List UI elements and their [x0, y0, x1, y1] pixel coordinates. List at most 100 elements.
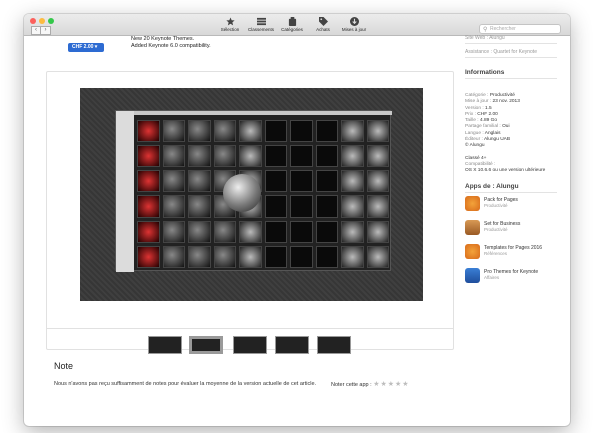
theme-thumbnail — [341, 245, 364, 268]
theme-thumbnail — [137, 195, 160, 218]
related-app[interactable]: Set for Business Productivité — [465, 220, 565, 238]
theme-thumbnail — [366, 195, 389, 218]
theme-thumbnail — [341, 220, 364, 243]
close-button[interactable] — [30, 18, 36, 24]
tab-categories[interactable]: Catégories — [276, 16, 308, 32]
app-icon — [465, 244, 480, 259]
theme-thumbnail — [188, 220, 211, 243]
tab-updates[interactable]: Mises à jour — [338, 16, 370, 32]
history-nav: ‹ › — [31, 26, 51, 35]
note-heading: Note — [54, 361, 74, 371]
toolbar: ‹ › Sélection Classements Catégories Ach… — [24, 14, 570, 36]
thumbnail-4[interactable] — [275, 336, 309, 354]
theme-thumbnail — [315, 170, 338, 193]
related-app[interactable]: Pack for Pages Productivité — [465, 196, 565, 214]
theme-thumbnail — [264, 220, 287, 243]
back-button[interactable]: ‹ — [31, 26, 41, 35]
star-icon — [214, 16, 246, 26]
related-app[interactable]: Templates for Pages 2016 Références — [465, 244, 565, 262]
theme-thumbnail — [264, 120, 287, 143]
theme-thumbnail — [366, 220, 389, 243]
related-app[interactable]: Pro Themes for Keynote Affaires — [465, 268, 565, 286]
release-note-line: Added Keynote 6.0 compatibility. — [131, 43, 211, 49]
release-note-line: New 20 Keynote Themes. — [131, 36, 195, 42]
list-icon — [245, 16, 277, 26]
theme-thumbnail — [137, 220, 160, 243]
box-icon — [276, 16, 308, 26]
theme-thumbnail — [341, 170, 364, 193]
informations-list: Catégorie : Productivité Mise à jour : 2… — [465, 93, 565, 175]
theme-thumbnail — [162, 170, 185, 193]
keynote-preview — [115, 110, 392, 272]
theme-thumbnail — [315, 245, 338, 268]
thumbnail-2[interactable] — [189, 336, 223, 354]
theme-thumbnail — [366, 245, 389, 268]
theme-thumbnail — [213, 245, 236, 268]
theme-thumbnail — [162, 195, 185, 218]
theme-thumbnail — [188, 145, 211, 168]
theme-thumbnail — [239, 245, 262, 268]
theme-thumbnail — [366, 120, 389, 143]
theme-thumbnail — [188, 245, 211, 268]
theme-thumbnail — [341, 120, 364, 143]
app-icon — [465, 220, 480, 235]
theme-thumbnail — [264, 195, 287, 218]
developer-website-link[interactable]: Site Web : Alungu — [465, 35, 557, 44]
theme-thumbnail — [290, 195, 313, 218]
thumbnail-1[interactable] — [148, 336, 182, 354]
tab-label: Classements — [247, 27, 274, 32]
forward-button[interactable]: › — [41, 26, 51, 35]
theme-thumbnail — [188, 195, 211, 218]
theme-thumbnail — [162, 245, 185, 268]
main-screenshot[interactable] — [80, 88, 423, 301]
theme-thumbnail — [188, 170, 211, 193]
theme-thumbnail — [290, 245, 313, 268]
zoom-button[interactable] — [48, 18, 54, 24]
informations-heading: Informations — [465, 69, 557, 79]
tab-top-charts[interactable]: Classements — [245, 16, 277, 32]
version-price-button[interactable]: CHF 2.00 ▾ — [68, 43, 104, 52]
theme-thumbnail — [239, 145, 262, 168]
tab-purchased[interactable]: Achats — [307, 16, 339, 32]
search-input[interactable]: ⚲ Rechercher — [479, 24, 561, 34]
tab-featured[interactable]: Sélection — [214, 16, 246, 32]
theme-thumbnail — [315, 195, 338, 218]
support-link[interactable]: Assistance : Quartet for Keynote — [465, 49, 557, 58]
tag-icon — [307, 16, 339, 26]
theme-thumbnail — [213, 120, 236, 143]
theme-grid — [137, 120, 389, 268]
theme-thumbnail — [239, 220, 262, 243]
more-apps-heading: Apps de : Alungu — [465, 183, 557, 193]
theme-thumbnail — [162, 145, 185, 168]
theme-thumbnail — [315, 220, 338, 243]
theme-thumbnail — [137, 170, 160, 193]
tab-bar: Sélection Classements Catégories Achats … — [214, 16, 369, 32]
theme-thumbnail — [239, 120, 262, 143]
theme-thumbnail — [290, 120, 313, 143]
release-notes: New 20 Keynote Themes. Added Keynote 6.0… — [131, 36, 211, 50]
theme-thumbnail — [290, 220, 313, 243]
theme-thumbnail — [188, 120, 211, 143]
theme-thumbnail — [315, 120, 338, 143]
theme-thumbnail — [290, 170, 313, 193]
compat-value: OS X 10.6.6 ou une version ultérieure — [465, 168, 546, 174]
thumbnail-3[interactable] — [233, 336, 267, 354]
note-text: Nous n'avons pas reçu suffisamment de no… — [54, 381, 317, 387]
theme-thumbnail — [137, 120, 160, 143]
theme-thumbnail — [213, 145, 236, 168]
theme-thumbnail — [366, 145, 389, 168]
tab-label: Achats — [316, 27, 330, 32]
theme-thumbnail — [315, 145, 338, 168]
app-icon — [465, 196, 480, 211]
thumbnail-5[interactable] — [317, 336, 351, 354]
app-icon — [465, 268, 480, 283]
search-icon: ⚲ — [483, 27, 488, 33]
minimize-button[interactable] — [39, 18, 45, 24]
rate-app: Noter cette app : ★★★★★ — [331, 381, 410, 388]
tab-label: Sélection — [220, 27, 240, 32]
globe-image — [223, 174, 261, 212]
theme-thumbnail — [264, 145, 287, 168]
theme-thumbnail — [366, 170, 389, 193]
theme-thumbnail — [137, 145, 160, 168]
rating-stars[interactable]: ★★★★★ — [373, 381, 409, 388]
